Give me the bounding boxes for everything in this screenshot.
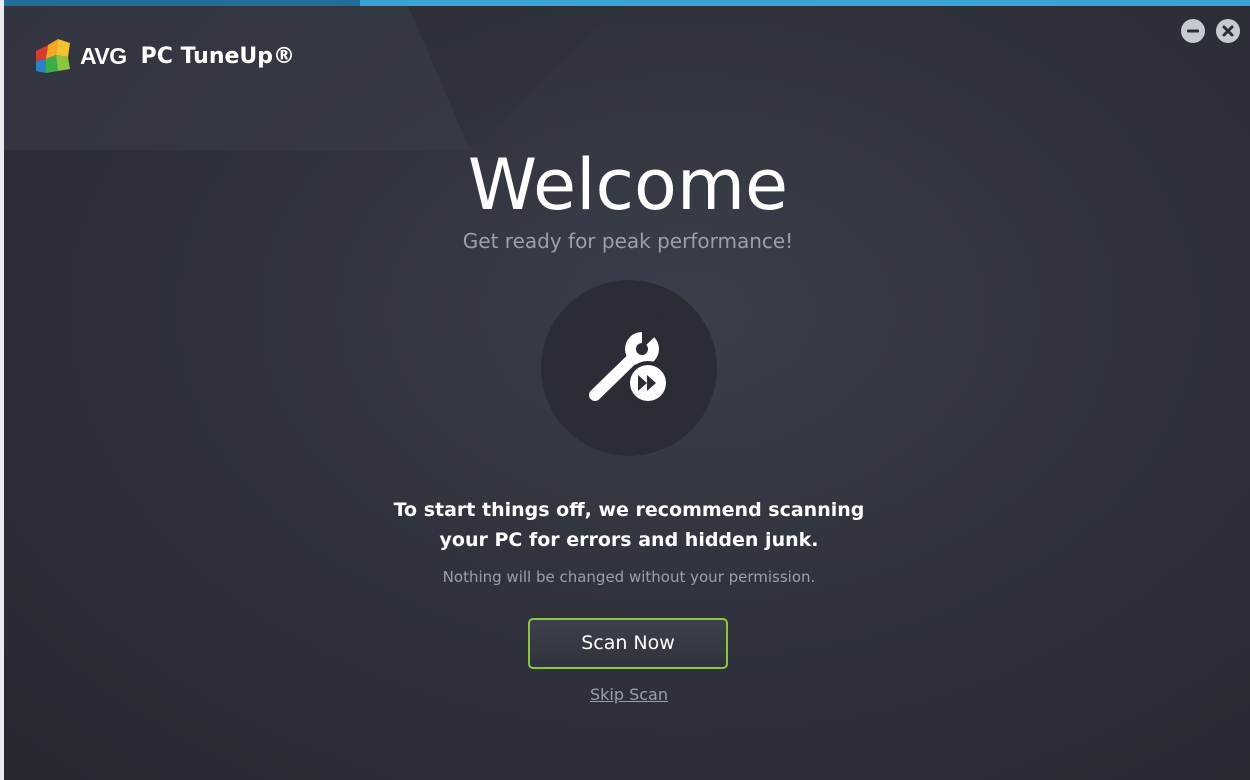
window-left-edge: [0, 0, 4, 780]
minimize-button[interactable]: [1181, 19, 1205, 43]
product-name: PC TuneUp®: [140, 43, 296, 69]
page-subtitle: Get ready for peak performance!: [462, 229, 794, 253]
skip-scan-link[interactable]: Skip Scan: [590, 685, 668, 704]
close-icon: [1222, 25, 1234, 37]
avg-logo-icon: [36, 39, 70, 73]
tuneup-window: AVG PC TuneUp® Welcome Get ready for pea…: [0, 0, 1250, 780]
tuneup-icon-badge: [541, 280, 717, 456]
recommendation-text: To start things off, we recommend scanni…: [0, 495, 1250, 555]
minus-icon: [1187, 29, 1199, 33]
brand-name: AVG: [80, 42, 127, 69]
window-top-bar: [0, 0, 1250, 6]
skip-scan-container: Skip Scan: [0, 684, 1250, 706]
recommendation-line-1: To start things off, we recommend scanni…: [393, 499, 865, 521]
recommendation-line-2: your PC for errors and hidden junk.: [439, 529, 819, 551]
app-logo: AVG PC TuneUp®: [34, 36, 295, 76]
page-title: Welcome: [467, 144, 789, 226]
close-button[interactable]: [1216, 19, 1240, 43]
scan-now-button[interactable]: Scan Now: [528, 618, 728, 669]
wrench-fast-forward-icon: [589, 313, 670, 405]
permission-note: Nothing will be changed without your per…: [442, 568, 816, 586]
